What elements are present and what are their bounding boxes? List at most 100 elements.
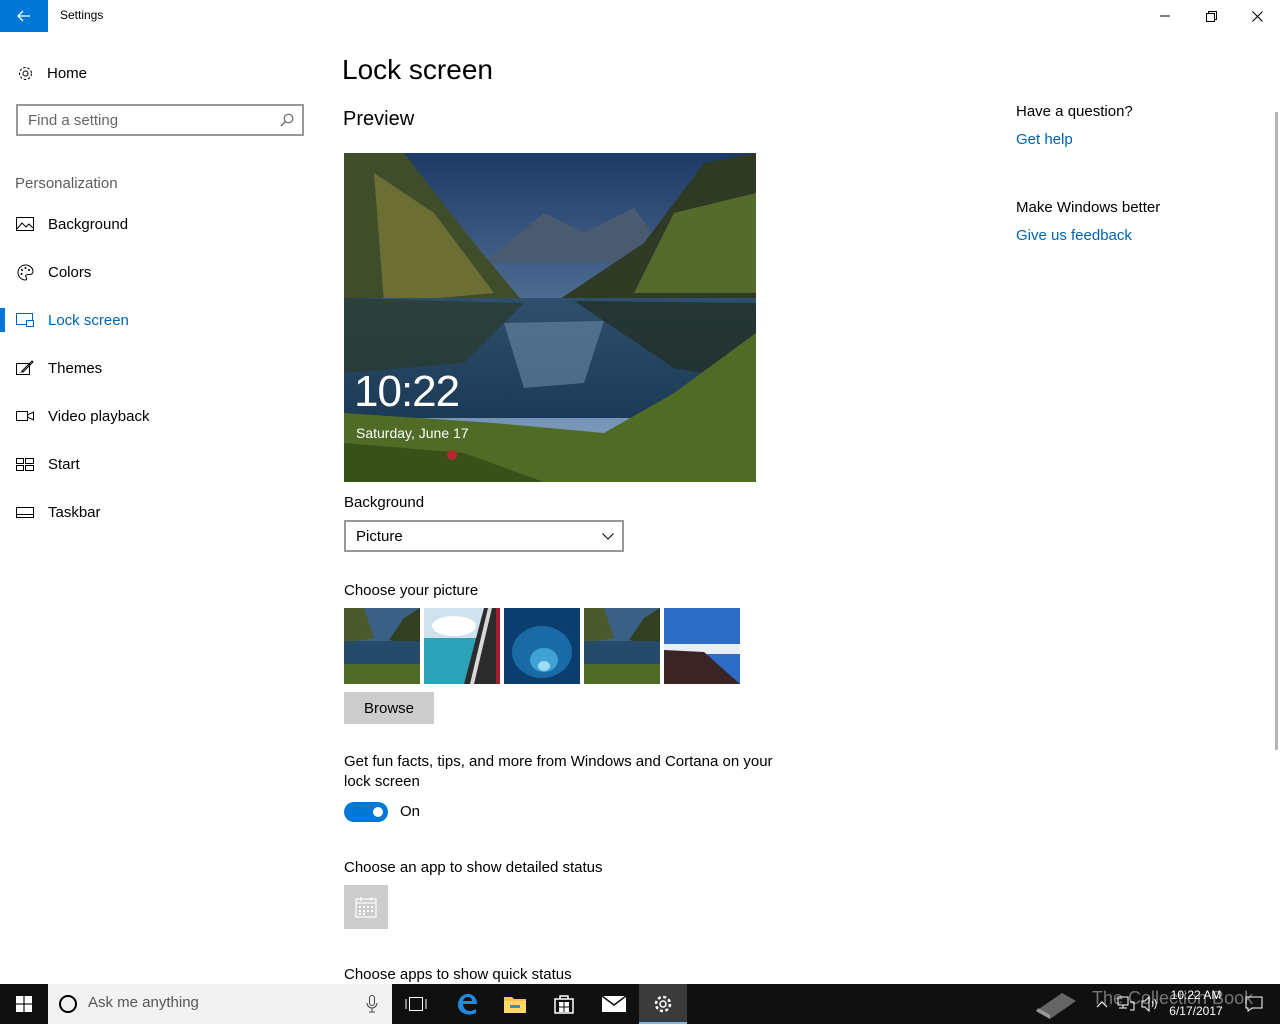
detailed-status-app-button[interactable] [344,885,388,929]
section-label-personalization: Personalization [15,175,118,192]
sidebar-item-taskbar[interactable]: Taskbar [0,488,320,536]
choose-picture-label: Choose your picture [344,582,479,599]
close-icon [1251,10,1263,22]
folder-icon [504,997,526,1013]
vertical-scrollbar[interactable] [1275,112,1278,750]
mountain-sky-thumbnail-image [664,608,740,684]
fun-facts-label: Get fun facts, tips, and more from Windo… [344,753,773,790]
personalization-nav: Background Colors Lock screen Themes Vid… [0,200,320,536]
get-help-link[interactable]: Get help [1016,131,1073,148]
file-explorer-taskbar-button[interactable] [491,984,539,1024]
cortana-search-box[interactable] [48,984,392,1024]
preview-clock-date: Saturday, June 17 [356,425,469,441]
edge-browser-icon [458,994,477,1015]
sidebar-item-label: Video playback [48,407,150,425]
setting-search-box[interactable] [16,104,304,136]
volume-tray-button[interactable] [1138,984,1162,1024]
browse-button[interactable]: Browse [344,692,434,724]
toggle-knob [373,807,383,817]
task-view-icon [405,997,427,1011]
sidebar-item-colors[interactable]: Colors [0,248,320,296]
title-bar: Settings [0,0,1280,32]
sidebar: Home Personalization Background Colors L… [0,32,320,982]
microphone-icon[interactable] [366,995,378,1013]
sidebar-item-label: Themes [48,359,103,377]
preview-clock-time: 10:22 [354,367,460,416]
home-nav-item[interactable]: Home [16,62,87,84]
picture-icon [16,215,34,233]
page-title: Lock screen [342,54,493,85]
minimize-icon [1160,15,1170,17]
main-content: Lock screen Preview 10:22 Saturday, June… [342,32,982,983]
sidebar-item-background[interactable]: Background [0,200,320,248]
picture-thumbnail[interactable] [584,608,660,684]
store-bag-icon [554,995,574,1014]
toggle-state-label: On [400,803,421,820]
sidebar-item-label: Background [48,215,129,233]
windows-logo-icon [16,996,32,1012]
back-arrow-icon [17,10,30,22]
feedback-link[interactable]: Give us feedback [1016,227,1132,244]
clock-date: 6/17/2017 [1169,1004,1223,1018]
home-label: Home [47,64,88,82]
search-icon[interactable] [280,113,294,132]
brush-icon [16,359,34,377]
picture-thumbnail[interactable] [504,608,580,684]
task-view-button[interactable] [392,984,440,1024]
action-center-button[interactable] [1234,984,1274,1024]
fun-facts-toggle[interactable] [344,802,388,822]
chevron-up-icon [1096,1001,1108,1008]
notification-icon [1245,996,1263,1012]
restore-icon [1205,10,1217,22]
quick-status-label: Choose apps to show quick status [344,966,572,983]
taskbar-clock[interactable]: 10:22 AM 6/17/2017 [1160,987,1232,1019]
background-dropdown[interactable]: Picture [344,520,624,552]
chevron-down-icon [602,529,614,546]
show-hidden-icons-button[interactable] [1092,984,1112,1024]
back-button[interactable] [0,0,48,32]
sidebar-item-start[interactable]: Start [0,440,320,488]
speaker-icon [1141,996,1157,1012]
settings-taskbar-button[interactable] [639,984,687,1024]
app-title: Settings [60,8,104,22]
minimize-button[interactable] [1142,0,1188,32]
lake-thumbnail-image-2 [584,608,660,684]
better-heading: Make Windows better [1016,199,1161,216]
background-dropdown-value: Picture [356,527,403,545]
sidebar-item-label: Taskbar [48,503,101,521]
setting-search-input[interactable] [28,111,268,129]
sidebar-item-lock-screen[interactable]: Lock screen [0,296,320,344]
close-button[interactable] [1234,0,1280,32]
picture-thumbnail[interactable] [344,608,420,684]
gear-icon [16,64,34,82]
picture-thumbnail[interactable] [664,608,740,684]
sidebar-item-label: Colors [48,263,92,281]
ocean-wing-thumbnail-image [424,608,500,684]
calendar-icon [355,897,377,918]
lake-thumbnail-image [344,608,420,684]
picture-thumbnail[interactable] [424,608,500,684]
clock-time: 10:22 AM [1170,988,1222,1002]
ice-cave-thumbnail-image [504,608,580,684]
lock-screen-preview: 10:22 Saturday, June 17 [344,153,756,482]
lock-screen-icon [16,311,34,329]
cortana-ring-icon [59,995,77,1013]
detailed-status-label: Choose an app to show detailed status [344,859,603,876]
mail-envelope-icon [602,996,626,1012]
sidebar-item-themes[interactable]: Themes [0,344,320,392]
book-logo-icon [1036,993,1076,1019]
edge-taskbar-button[interactable] [443,984,491,1024]
network-tray-button[interactable] [1114,984,1138,1024]
start-button[interactable] [0,984,48,1024]
cortana-search-input[interactable] [88,994,348,1011]
taskbar-icon [16,503,34,521]
sidebar-item-video-playback[interactable]: Video playback [0,392,320,440]
question-heading: Have a question? [1016,103,1133,120]
background-label: Background [344,494,425,511]
palette-icon [16,263,34,281]
restore-button[interactable] [1188,0,1234,32]
store-taskbar-button[interactable] [540,984,588,1024]
sidebar-item-label: Lock screen [48,311,129,329]
picture-thumbnails [344,608,740,684]
mail-taskbar-button[interactable] [590,984,638,1024]
